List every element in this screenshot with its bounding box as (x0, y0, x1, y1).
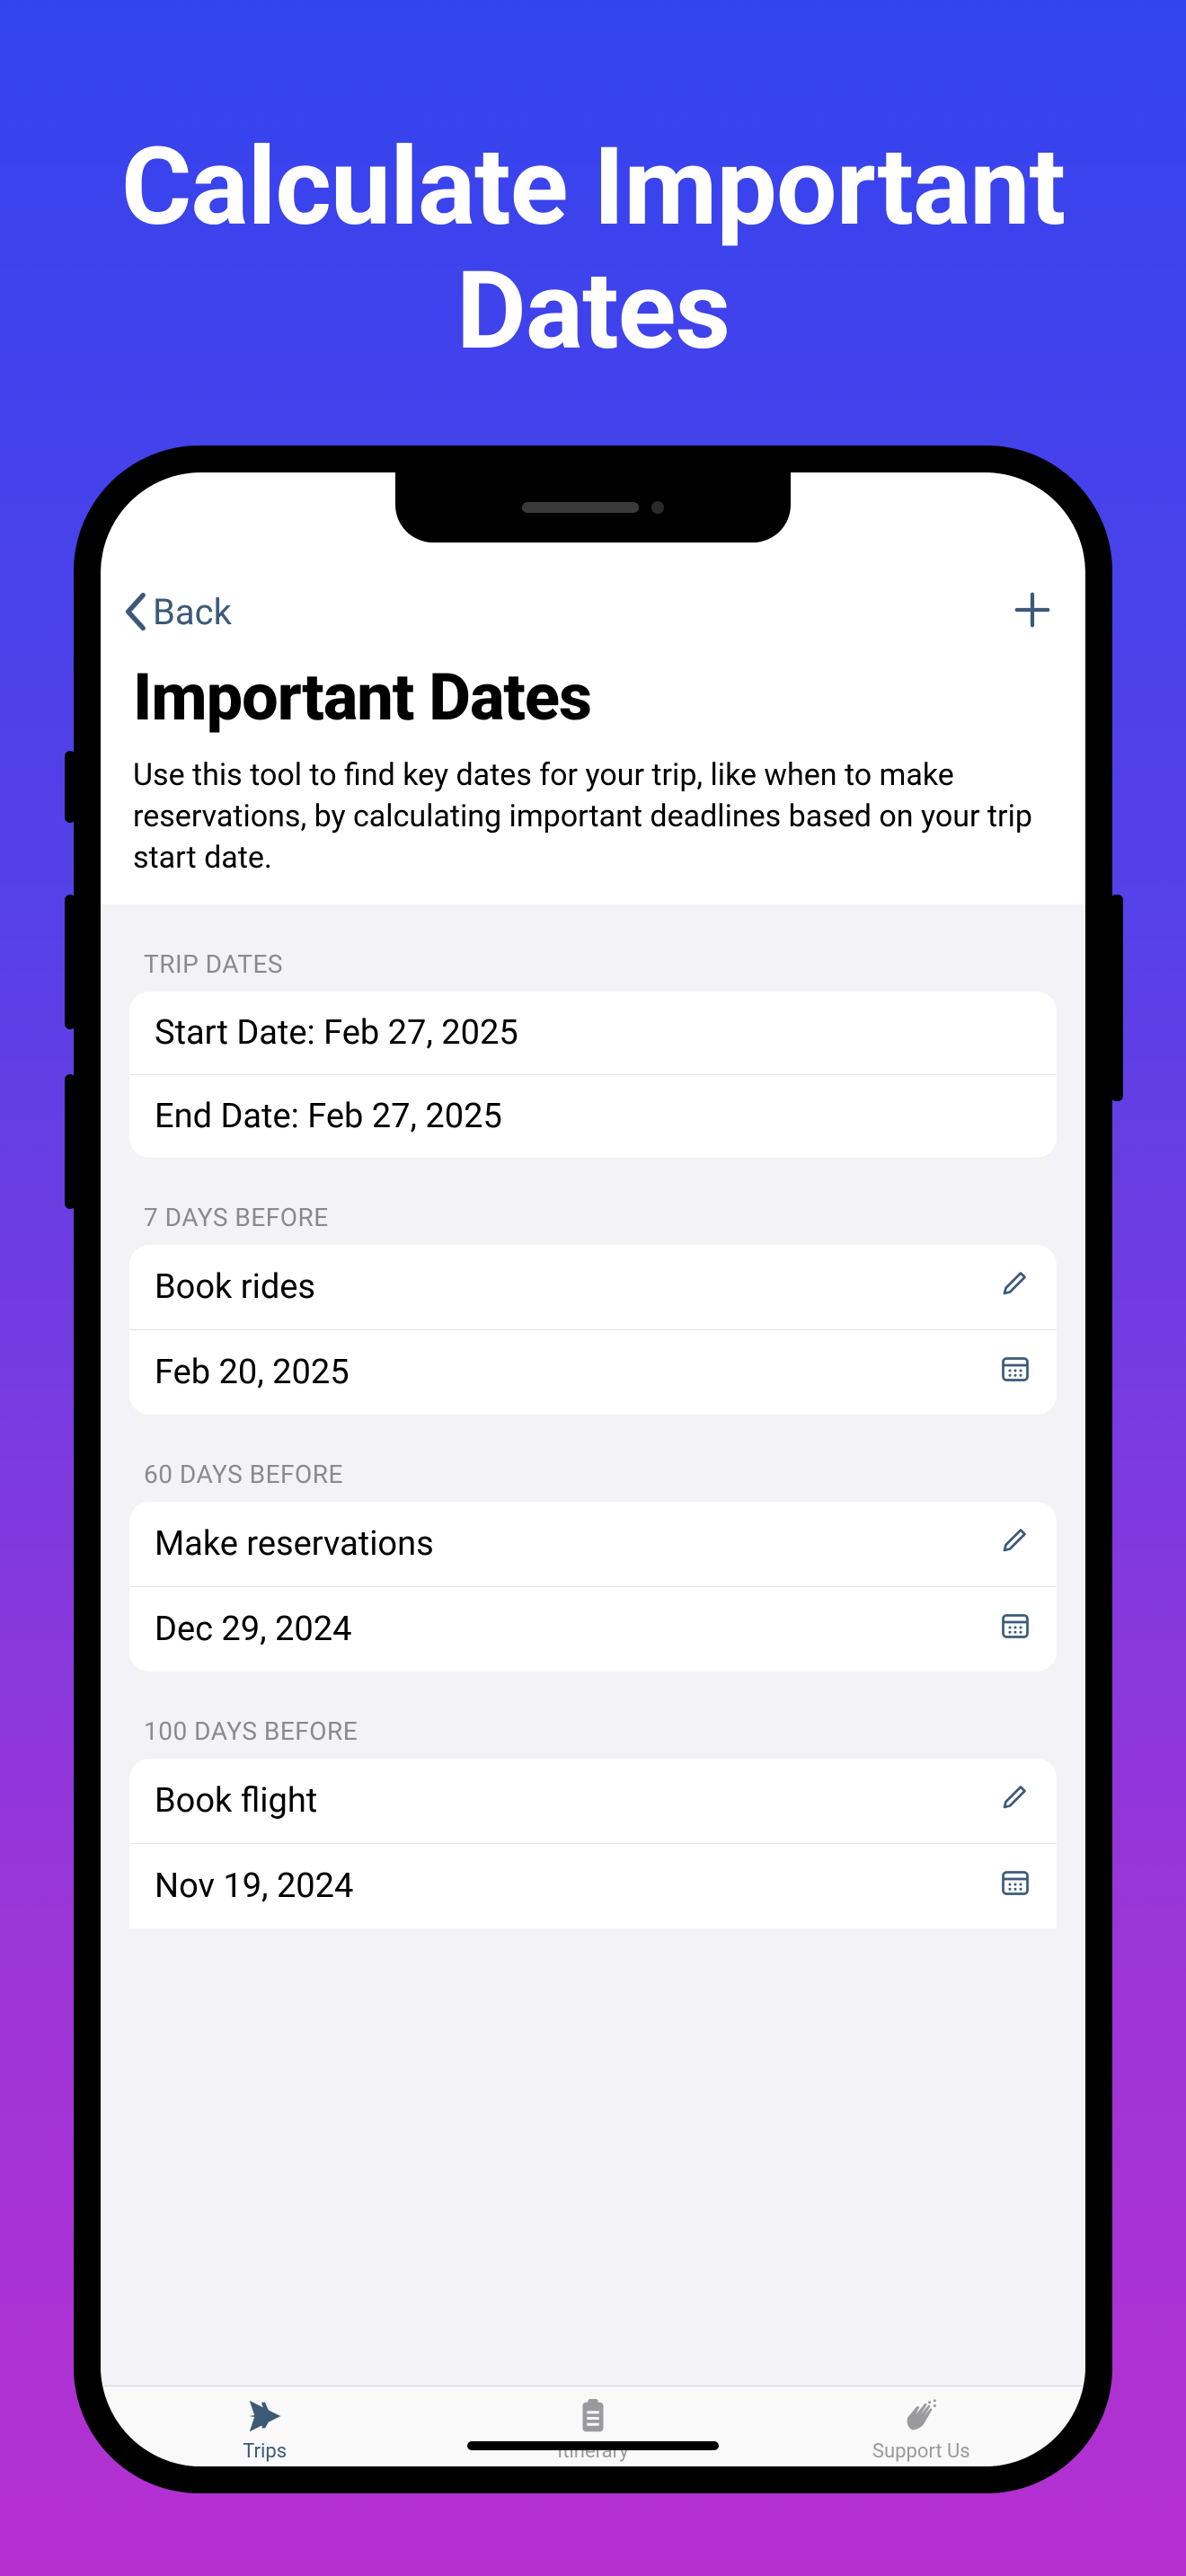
task-label: Make reservations (155, 1524, 999, 1564)
phone-side-button (65, 1074, 75, 1209)
tab-support-us[interactable]: Support Us (757, 2395, 1085, 2463)
end-date-row[interactable]: End Date: Feb 27, 2025 (129, 1074, 1057, 1158)
section-header-60-days: 60 DAYS BEFORE (101, 1415, 1085, 1502)
sections-scroll[interactable]: TRIP DATES Start Date: Feb 27, 2025 End … (101, 904, 1085, 2386)
start-date-row[interactable]: Start Date: Feb 27, 2025 (129, 992, 1057, 1074)
section-header-100-days: 100 DAYS BEFORE (101, 1672, 1085, 1759)
section-header-trip-dates: TRIP DATES (101, 904, 1085, 992)
section-header-7-days: 7 DAYS BEFORE (101, 1158, 1085, 1245)
phone-screen: Back Important Dates Use this tool to fi… (101, 472, 1085, 2466)
calendar-icon (999, 1866, 1031, 1898)
promo-title: Calculate Important Dates (0, 126, 1186, 374)
tab-trips[interactable]: Trips (101, 2395, 429, 2463)
date-label: Nov 19, 2024 (155, 1866, 999, 1906)
clapping-hands-icon (898, 2395, 944, 2437)
calendar-button[interactable] (999, 1352, 1031, 1393)
phone-notch (395, 472, 791, 543)
back-button[interactable]: Back (122, 591, 232, 633)
task-label: Book flight (155, 1781, 999, 1821)
calendar-icon (999, 1352, 1031, 1384)
tab-label: Trips (243, 2440, 287, 2463)
deadline-card: Book rides Feb 20, 2025 (129, 1245, 1057, 1415)
end-date-label: End Date: Feb 27, 2025 (155, 1097, 1031, 1136)
page-subtitle: Use this tool to find key dates for your… (133, 755, 1053, 879)
date-row[interactable]: Nov 19, 2024 (129, 1843, 1057, 1928)
date-label: Dec 29, 2024 (155, 1610, 999, 1649)
start-date-label: Start Date: Feb 27, 2025 (155, 1013, 1031, 1053)
tab-label: Support Us (872, 2440, 970, 2463)
edit-button[interactable] (999, 1523, 1031, 1565)
task-row[interactable]: Make reservations (129, 1502, 1057, 1586)
add-button[interactable] (1012, 589, 1053, 634)
phone-side-button (65, 751, 75, 823)
calendar-button[interactable] (999, 1866, 1031, 1907)
edit-button[interactable] (999, 1266, 1031, 1308)
clipboard-icon (570, 2395, 616, 2437)
pencil-icon (999, 1523, 1031, 1556)
task-label: Book rides (155, 1267, 999, 1307)
calendar-button[interactable] (999, 1609, 1031, 1650)
task-row[interactable]: Book rides (129, 1245, 1057, 1329)
deadline-card: Make reservations Dec 29, 2024 (129, 1502, 1057, 1672)
phone-side-button (65, 895, 75, 1029)
phone-speaker (522, 502, 639, 513)
task-row[interactable]: Book flight (129, 1759, 1057, 1843)
deadline-card: Book flight Nov 19, 2024 (129, 1759, 1057, 1928)
page-title: Important Dates (133, 659, 1053, 736)
home-indicator[interactable] (467, 2441, 719, 2450)
page-header: Important Dates Use this tool to find ke… (101, 652, 1085, 904)
chevron-left-icon (122, 592, 147, 631)
plus-icon (1012, 589, 1053, 631)
phone-side-button (1111, 895, 1123, 1101)
back-label: Back (153, 591, 232, 633)
date-row[interactable]: Feb 20, 2025 (129, 1329, 1057, 1415)
phone-frame: Back Important Dates Use this tool to fi… (74, 446, 1112, 2493)
airplane-icon (242, 2395, 288, 2437)
calendar-icon (999, 1609, 1031, 1641)
tab-itinerary[interactable]: Itinerary (429, 2395, 757, 2463)
date-label: Feb 20, 2025 (155, 1353, 999, 1392)
edit-button[interactable] (999, 1780, 1031, 1822)
phone-camera (651, 501, 664, 514)
trip-dates-card: Start Date: Feb 27, 2025 End Date: Feb 2… (129, 992, 1057, 1158)
tabbar: Trips Itinerary (101, 2386, 1085, 2466)
pencil-icon (999, 1266, 1031, 1299)
pencil-icon (999, 1780, 1031, 1813)
date-row[interactable]: Dec 29, 2024 (129, 1586, 1057, 1672)
